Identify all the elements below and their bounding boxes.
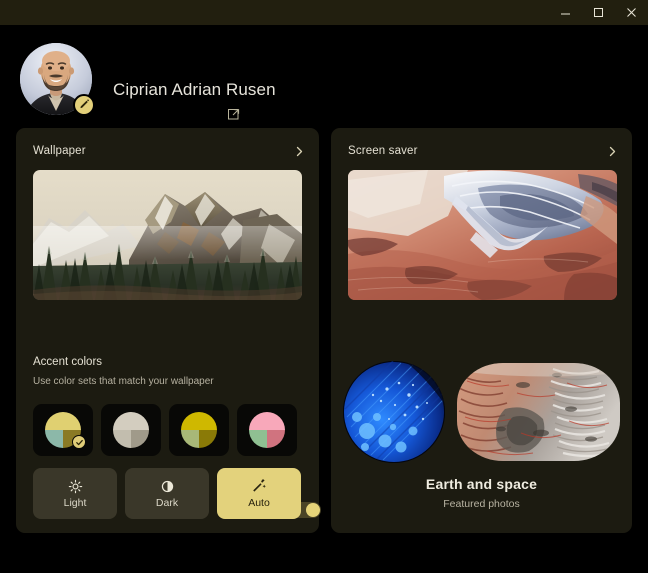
accent-swatch-1[interactable] <box>33 404 93 456</box>
pie-bottom-right <box>131 430 149 448</box>
check-icon <box>72 435 86 449</box>
accent-colors-subtitle: Use color sets that match your wallpaper <box>33 376 214 387</box>
theme-button-auto-label: Auto <box>248 497 270 509</box>
screensaver-thumbnail-1[interactable] <box>343 361 445 463</box>
wallpaper-preview-image[interactable] <box>33 170 302 300</box>
theme-mode-row: Light Dark Auto <box>33 468 301 519</box>
color-pie-3 <box>181 412 217 448</box>
sun-icon <box>68 479 83 494</box>
close-button[interactable] <box>615 0 648 25</box>
magic-wand-icon <box>251 478 267 494</box>
theme-button-auto[interactable]: Auto <box>217 468 301 519</box>
pie-top <box>45 412 81 430</box>
theme-button-light[interactable]: Light <box>33 468 117 519</box>
account-name: Ciprian Adrian Rusen <box>113 80 276 99</box>
edit-avatar-button[interactable] <box>73 94 95 116</box>
screensaver-thumbnails <box>331 356 632 468</box>
pie-bottom-left <box>181 430 199 448</box>
theme-button-dark[interactable]: Dark <box>125 468 209 519</box>
accent-colors-title: Accent colors <box>33 356 103 368</box>
pie-bottom-left <box>45 430 63 448</box>
screensaver-collection-title: Earth and space <box>425 476 538 492</box>
screensaver-card-header[interactable]: Screen saver <box>331 128 632 174</box>
screensaver-card-title: Screen saver <box>348 145 418 157</box>
minimize-button[interactable] <box>549 0 582 25</box>
pie-top <box>181 412 217 430</box>
accent-swatch-4[interactable] <box>237 404 297 456</box>
wallpaper-card: Wallpaper Accent colors Use color sets t… <box>16 128 321 533</box>
color-pie-4 <box>249 412 285 448</box>
pie-bottom-right <box>267 430 285 448</box>
pie-bottom-left <box>113 430 131 448</box>
pie-bottom-left <box>249 430 267 448</box>
half-moon-icon <box>160 479 175 494</box>
toggle-knob <box>306 503 320 517</box>
theme-button-dark-label: Dark <box>155 496 179 509</box>
accent-swatch-2[interactable] <box>101 404 161 456</box>
screensaver-collection-subtitle: Featured photos <box>443 498 520 510</box>
accent-swatch-row <box>33 404 297 456</box>
color-pie-2 <box>113 412 149 448</box>
theme-button-light-label: Light <box>63 496 87 509</box>
pencil-icon <box>79 96 90 114</box>
screensaver-thumbnail-2[interactable] <box>457 363 620 461</box>
maximize-button[interactable] <box>582 0 615 25</box>
pie-top <box>113 412 149 430</box>
pie-bottom-right <box>199 430 217 448</box>
screensaver-preview-image[interactable] <box>348 170 617 300</box>
avatar[interactable] <box>20 43 95 116</box>
wallpaper-card-header[interactable]: Wallpaper <box>16 128 319 174</box>
wallpaper-card-title: Wallpaper <box>33 145 86 157</box>
chevron-right-icon[interactable] <box>607 146 618 157</box>
screensaver-card: Screen saver Earth and space Featured ph… <box>331 128 632 533</box>
account-header: Ciprian Adrian Rusen <box>0 25 648 128</box>
window-titlebar <box>0 0 648 25</box>
accent-swatch-3[interactable] <box>169 404 229 456</box>
pie-top <box>249 412 285 430</box>
external-link-icon[interactable] <box>227 107 241 121</box>
chevron-right-icon[interactable] <box>294 146 305 157</box>
